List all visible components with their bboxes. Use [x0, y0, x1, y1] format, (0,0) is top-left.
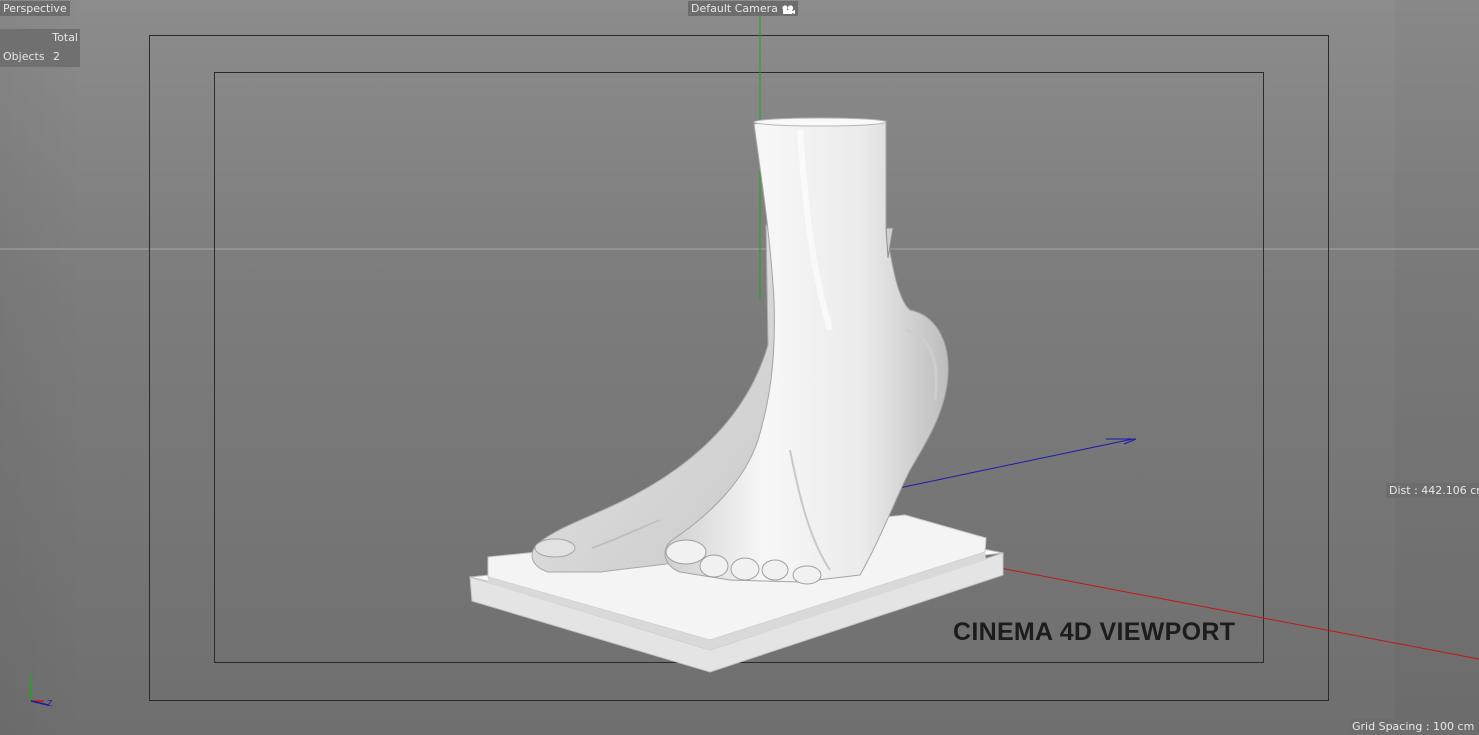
- toe-1: [665, 539, 707, 565]
- distance-readout: Dist : 442.106 cm: [1386, 483, 1479, 498]
- gizmo-y-label: Y: [27, 672, 33, 681]
- scene-canvas[interactable]: [0, 0, 1479, 735]
- camera-name: Default Camera: [691, 2, 778, 15]
- overlay-title: CINEMA 4D VIEWPORT: [953, 618, 1236, 646]
- axis-gizmo-icon: Y Z: [27, 672, 53, 708]
- camera-icon[interactable]: [781, 4, 795, 14]
- stats-panel: Total Objects 2: [0, 29, 80, 67]
- toe-5: [792, 565, 822, 585]
- gizmo-z-label: Z: [47, 699, 53, 708]
- viewport-3d[interactable]: Perspective Default Camera Total Objects…: [0, 0, 1479, 735]
- toe-2: [699, 554, 729, 578]
- stats-total-header: Total: [52, 31, 78, 44]
- grid-spacing-readout: Grid Spacing : 100 cm: [1349, 719, 1478, 734]
- stats-objects-label: Objects: [3, 50, 45, 63]
- foot-model-front[interactable]: [664, 117, 949, 585]
- toe-4: [761, 559, 789, 581]
- view-name-label[interactable]: Perspective: [0, 1, 70, 16]
- stats-objects-value: 2: [53, 50, 60, 63]
- camera-label[interactable]: Default Camera: [688, 1, 798, 16]
- toe-3: [730, 557, 760, 581]
